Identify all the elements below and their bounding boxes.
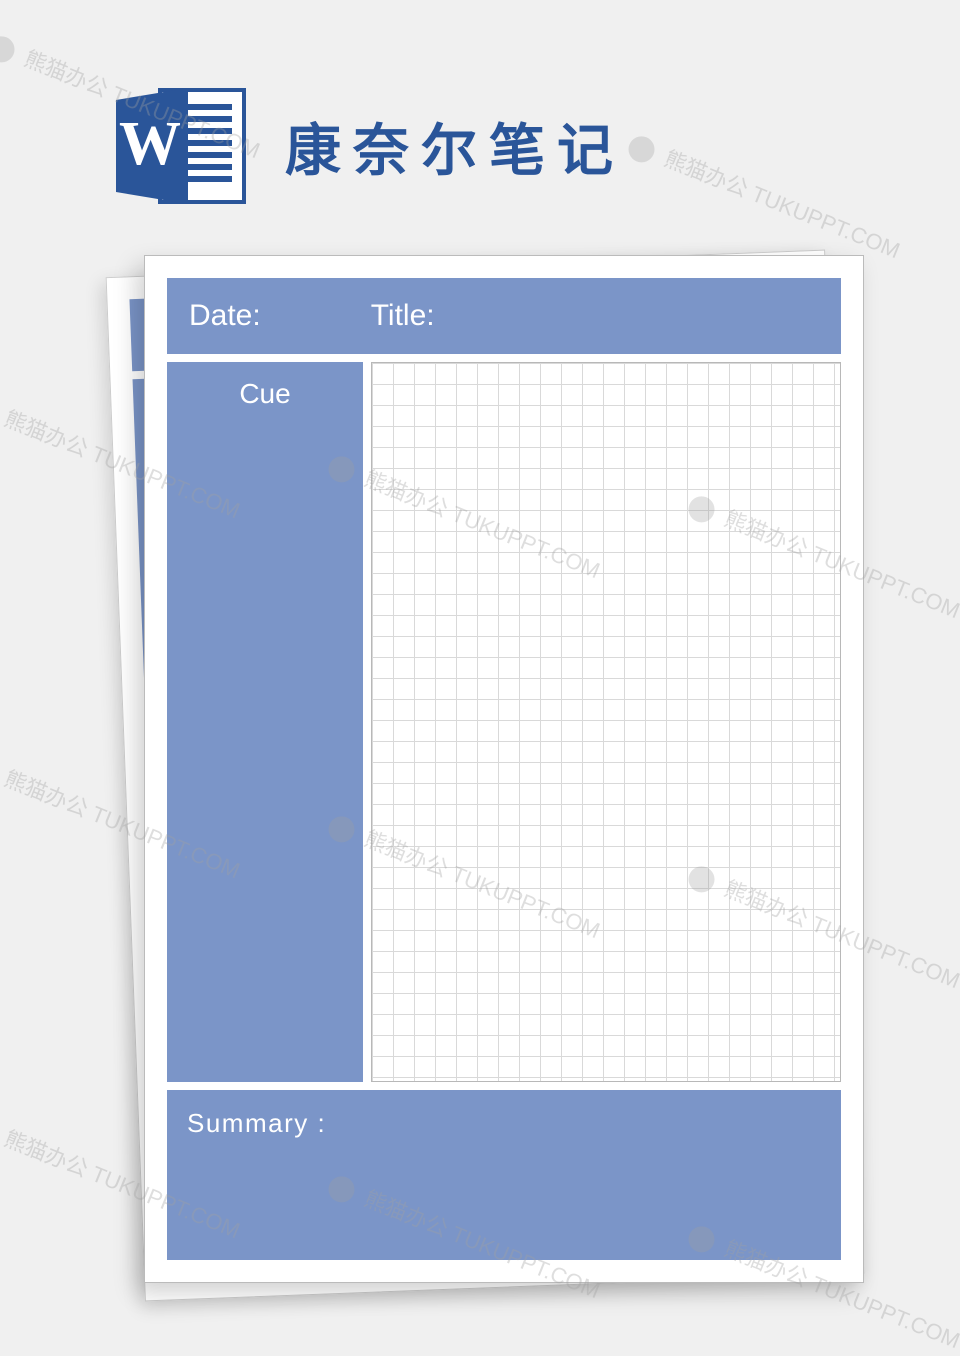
title-label: Title: <box>371 299 435 333</box>
panda-logo-icon <box>0 33 18 67</box>
svg-text:W: W <box>119 110 181 178</box>
page-title: 康奈尔笔记 <box>285 106 625 187</box>
date-label: Date: <box>189 299 261 333</box>
template-front-page: Date: Title: Cue Summary : <box>144 255 864 1283</box>
page-header: W 康奈尔笔记 <box>110 84 625 209</box>
cue-column: Cue <box>167 362 363 1082</box>
panda-logo-icon <box>625 133 659 167</box>
word-icon: W <box>110 84 250 209</box>
notes-grid-area <box>371 362 841 1082</box>
summary-block: Summary : <box>167 1090 841 1260</box>
cue-label: Cue <box>167 378 363 410</box>
note-header: Date: Title: <box>167 278 841 354</box>
watermark: 熊猫办公 TUKUPPT.COM <box>625 127 906 265</box>
summary-label: Summary : <box>187 1108 841 1139</box>
